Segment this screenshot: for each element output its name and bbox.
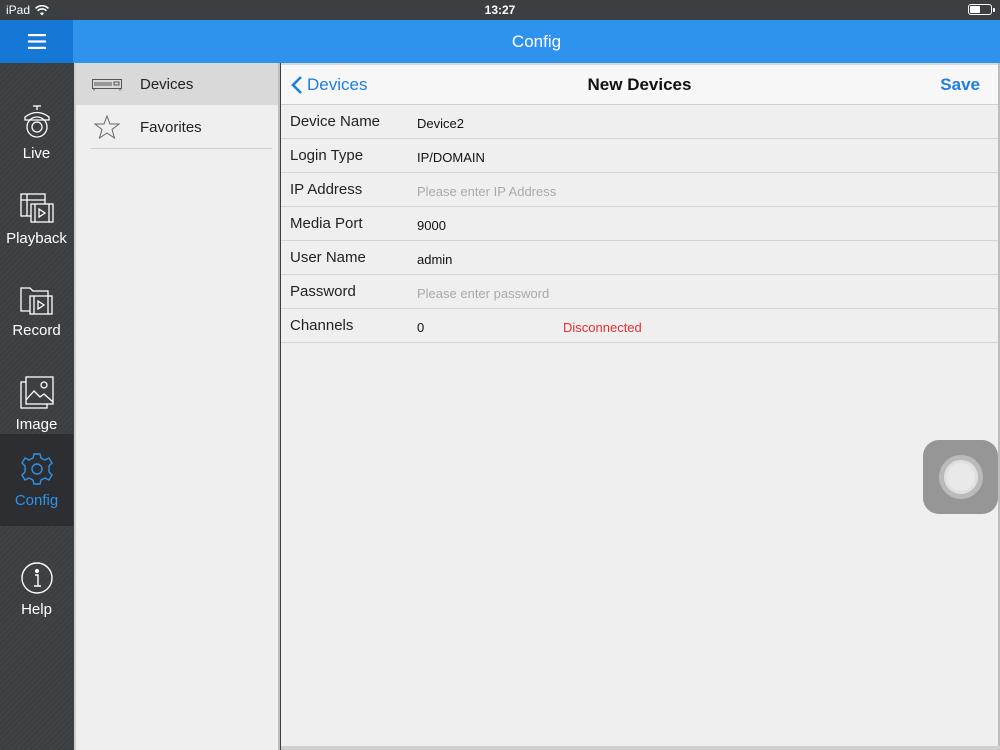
media-port-field[interactable] — [417, 215, 977, 235]
app-header: Config — [73, 20, 1000, 63]
status-time: 13:27 — [484, 3, 516, 17]
form-row-login-type[interactable]: Login Type IP/DOMAIN — [281, 139, 998, 173]
nav-item-live[interactable]: Live — [0, 87, 73, 179]
password-label: Password — [290, 283, 356, 300]
ip-address-label: IP Address — [290, 181, 363, 198]
camera-icon — [23, 104, 50, 138]
media-port-label: Media Port — [290, 215, 363, 232]
nav-label-help: Help — [21, 600, 52, 618]
user-name-label: User Name — [290, 249, 366, 266]
ip-address-field[interactable] — [417, 181, 977, 201]
chevron-left-icon — [291, 76, 302, 94]
record-folder-icon — [19, 286, 53, 315]
nav-label-live: Live — [22, 144, 51, 162]
save-button[interactable]: Save — [940, 65, 980, 105]
connection-status: Disconnected — [563, 320, 642, 335]
back-button[interactable]: Devices — [291, 65, 367, 105]
list-label-devices: Devices — [140, 75, 194, 93]
nav-label-playback: Playback — [6, 229, 67, 247]
status-bar: iPad 13:27 — [0, 0, 1000, 20]
device-name-field[interactable] — [417, 113, 977, 133]
header-title: Config — [511, 31, 562, 51]
assistive-touch-button[interactable] — [923, 440, 998, 514]
form-row-ip-address: IP Address — [281, 173, 998, 207]
nav-item-config[interactable]: Config — [0, 434, 73, 526]
gear-icon — [20, 452, 53, 485]
dvr-device-icon — [82, 77, 132, 91]
nav-item-playback[interactable]: Playback — [0, 172, 73, 264]
left-nav: Live Playback Record Image Config Help — [0, 63, 73, 750]
list-divider — [90, 148, 272, 149]
password-field[interactable] — [417, 283, 977, 303]
login-type-value[interactable]: IP/DOMAIN — [417, 150, 485, 165]
device-category-list: Devices Favorites — [74, 63, 280, 750]
form-row-password: Password — [281, 275, 998, 309]
back-label: Devices — [307, 75, 368, 94]
new-device-panel: Devices New Devices Save Device Name Log… — [281, 63, 1000, 750]
star-icon — [82, 115, 132, 139]
nav-label-record: Record — [12, 321, 61, 339]
assistive-touch-icon — [946, 463, 975, 491]
battery-icon — [968, 4, 995, 15]
list-item-favorites[interactable]: Favorites — [76, 106, 278, 148]
nav-label-config: Config — [14, 491, 59, 509]
nav-label-image: Image — [15, 415, 58, 433]
menu-button[interactable] — [0, 20, 73, 63]
form-row-media-port: Media Port — [281, 207, 998, 241]
form-row-device-name: Device Name — [281, 105, 998, 139]
info-icon — [20, 561, 53, 594]
user-name-field[interactable] — [417, 249, 977, 269]
list-item-devices[interactable]: Devices — [76, 63, 278, 105]
login-type-label: Login Type — [290, 147, 364, 164]
device-form: Device Name Login Type IP/DOMAIN IP Addr… — [281, 105, 998, 343]
list-label-favorites: Favorites — [140, 118, 202, 136]
form-row-channels: Channels 0 Disconnected — [281, 309, 998, 343]
panel-navbar: Devices New Devices Save — [281, 63, 998, 105]
nav-item-help[interactable]: Help — [0, 543, 73, 635]
film-playback-icon — [19, 192, 54, 223]
bottom-edge — [281, 746, 1000, 750]
panel-title: New Devices — [587, 75, 692, 94]
form-row-user-name: User Name — [281, 241, 998, 275]
channels-label: Channels — [290, 317, 354, 334]
device-name-label: Device Name — [290, 113, 381, 130]
nav-item-record[interactable]: Record — [0, 265, 73, 357]
channels-value: 0 — [417, 320, 425, 335]
image-icon — [19, 375, 54, 409]
hamburger-menu-icon — [27, 34, 46, 49]
